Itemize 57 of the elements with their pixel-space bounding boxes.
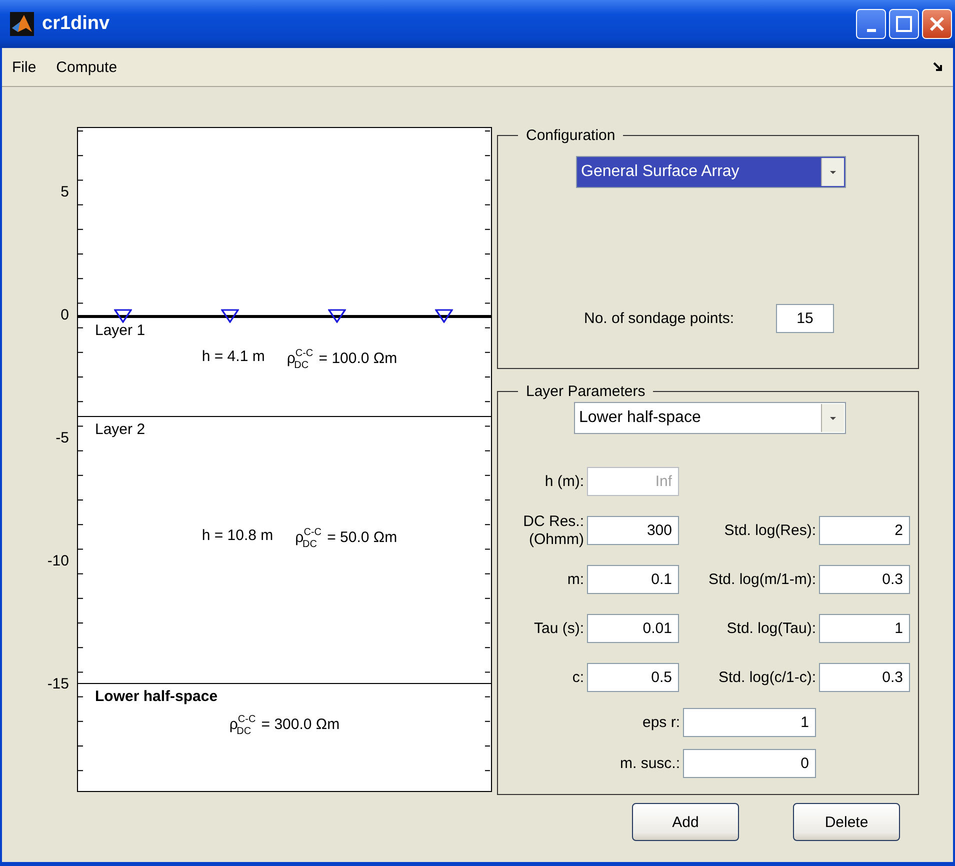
input-field[interactable]: 1 [819, 614, 910, 643]
dock-arrow-icon[interactable] [933, 62, 943, 72]
maximize-icon [896, 16, 912, 32]
axis-tick-label: -5 [56, 430, 69, 446]
field-label: DC Res.: (Ohmm) [522, 513, 585, 548]
electrode-icon [435, 309, 453, 324]
layer-resistivity: ρ$^{C-C}$$_{DC}$ = 100.0 Ωm [286, 348, 398, 372]
input-field[interactable]: 0.3 [819, 565, 910, 594]
layer-resistivity: ρ$^{C-C}$$_{DC}$ = 50.0 Ωm [295, 527, 398, 550]
panel-title: Layer Parameters [525, 383, 646, 400]
panel-title: Configuration [525, 127, 616, 144]
field-label: Std. log(m/1-m): [707, 570, 817, 588]
input-field[interactable]: 0 [683, 749, 816, 778]
dropdown[interactable]: General Surface Array [576, 156, 846, 188]
close-button[interactable] [922, 9, 952, 39]
window-title: cr1dinv [42, 13, 111, 35]
minimize-button[interactable] [856, 9, 886, 39]
input-field[interactable]: 1 [683, 708, 816, 737]
layer-thickness: h = 4.1 m [202, 348, 265, 368]
field-label: Tau (s): [532, 620, 585, 638]
field-label: Std. log(Res): [723, 522, 817, 540]
electrode-icon [114, 309, 132, 324]
action-button[interactable]: Delete [793, 803, 900, 841]
layer-name: Lower half-space [95, 688, 218, 706]
action-button[interactable]: Add [632, 803, 739, 841]
menu-item[interactable]: Compute [56, 58, 118, 76]
input-field[interactable]: 0.5 [587, 663, 679, 692]
field-label: Std. log(Tau): [726, 620, 817, 638]
menu-item[interactable]: File [12, 58, 36, 76]
close-icon [929, 16, 945, 32]
field-label: No. of sondage points: [584, 310, 736, 328]
field-label: m. susc.: [618, 754, 681, 772]
input-field[interactable]: 0.3 [819, 663, 910, 692]
dropdown[interactable]: Lower half-space [574, 402, 846, 434]
field-label: Std. log(c/1-c): [717, 668, 817, 686]
axis-tick-label: -10 [47, 552, 69, 570]
field-label: m: [566, 570, 585, 588]
layer-name: Layer 1 [95, 322, 146, 340]
input-field[interactable]: 2 [819, 516, 910, 545]
electrode-icon [221, 309, 239, 324]
axis-tick-label: 5 [60, 184, 69, 200]
maximize-button[interactable] [889, 9, 919, 39]
input-field[interactable]: 0.1 [587, 565, 679, 594]
app-logo-icon [10, 12, 34, 36]
field-label: h (m): [544, 472, 585, 490]
axis-tick-label: 0 [60, 306, 69, 324]
input-field[interactable]: 0.01 [587, 614, 679, 643]
sondage-points-field[interactable]: 15 [776, 304, 834, 333]
axis-tick-label: -15 [47, 676, 69, 692]
electrode-icon [328, 309, 346, 324]
layer-name: Layer 2 [95, 421, 146, 438]
field-label: c: [571, 668, 585, 686]
layer-thickness: h = 10.8 m [202, 527, 274, 546]
layer-resistivity: ρ$^{C-C}$$_{DC}$ = 300.0 Ωm [229, 714, 340, 738]
input-field[interactable]: 300 [587, 516, 679, 545]
minimize-icon [866, 28, 876, 32]
field-label: eps r: [641, 714, 681, 732]
